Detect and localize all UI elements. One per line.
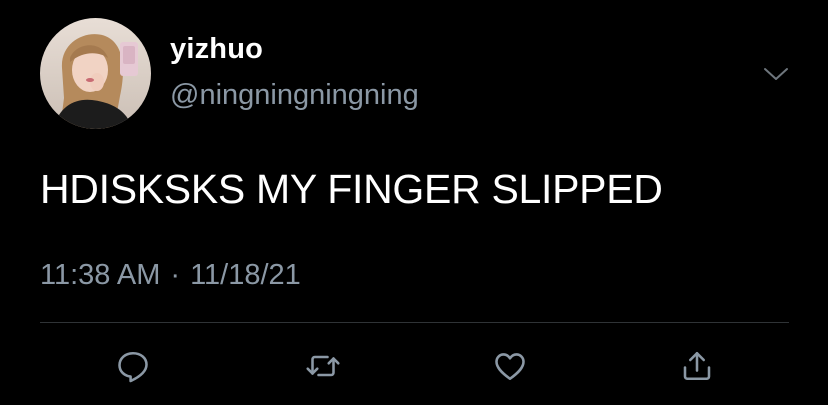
tweet: yizhuo @ningningningning HDISKSKS MY FIN… xyxy=(0,0,828,405)
user-handle[interactable]: @ningningningning xyxy=(170,78,419,112)
tweet-timestamp[interactable]: 11:38 AM · 11/18/21 xyxy=(40,257,301,293)
avatar[interactable] xyxy=(40,18,151,129)
tweet-text: HDISKSKS MY FINGER SLIPPED xyxy=(40,166,663,212)
retweet-button[interactable] xyxy=(303,346,343,386)
more-options-button[interactable] xyxy=(760,60,792,88)
avatar-image xyxy=(40,18,151,129)
like-button[interactable] xyxy=(490,346,530,386)
share-icon xyxy=(683,351,711,381)
retweet-icon xyxy=(306,355,340,377)
heart-icon xyxy=(495,353,525,381)
reply-icon xyxy=(118,351,148,383)
display-name[interactable]: yizhuo xyxy=(170,32,263,66)
tweet-time: 11:38 AM xyxy=(40,259,161,291)
share-button[interactable] xyxy=(677,346,717,386)
meta-separator: · xyxy=(170,259,181,291)
chevron-down-icon xyxy=(764,68,788,80)
tweet-date: 11/18/21 xyxy=(190,259,301,291)
reply-button[interactable] xyxy=(113,346,153,386)
divider xyxy=(40,322,789,323)
